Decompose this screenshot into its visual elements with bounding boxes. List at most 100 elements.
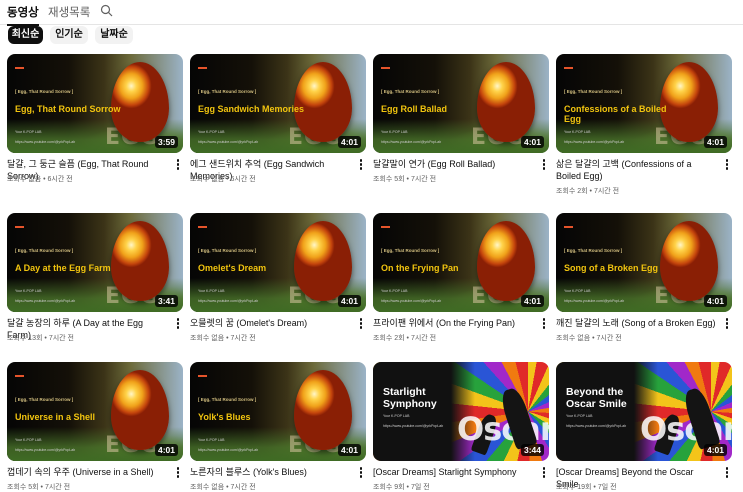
video-title[interactable]: 노른자의 블루스 (Yolk's Blues) bbox=[190, 466, 350, 478]
more-options-icon[interactable] bbox=[540, 317, 548, 331]
accent-bar bbox=[15, 67, 24, 69]
accent-bar bbox=[198, 375, 207, 377]
video-meta: 조회수 2회 • 7시간 전 bbox=[556, 188, 620, 195]
channel-tabs: 동영상 재생목록 bbox=[0, 0, 743, 26]
accent-bar bbox=[564, 67, 573, 69]
more-options-icon[interactable] bbox=[540, 158, 548, 172]
more-options-icon[interactable] bbox=[357, 317, 365, 331]
egg-image bbox=[477, 62, 535, 142]
chip-popular[interactable]: 인기순 bbox=[50, 26, 88, 44]
video-thumbnail[interactable]: Oscar Starlight Symphony Your K-POP LAB … bbox=[373, 362, 549, 461]
thumbnail-series-label: [ Egg, That Round Sorrow ] bbox=[381, 89, 440, 94]
video-thumbnail[interactable]: EGG [ Egg, That Round Sorrow ] Egg Roll … bbox=[373, 54, 549, 153]
thumbnail-series-label: [ Egg, That Round Sorrow ] bbox=[381, 248, 440, 253]
duration-badge: 3:41 bbox=[154, 295, 178, 307]
video-title[interactable]: 프라이팬 위에서 (On the Frying Pan) bbox=[373, 317, 533, 329]
egg-image bbox=[294, 221, 352, 301]
accent-bar bbox=[15, 226, 24, 228]
thumbnail-url: https://www.youtube.com/@yrkPopLab bbox=[564, 299, 625, 303]
egg-image bbox=[111, 221, 169, 301]
video-card[interactable]: EGG [ Egg, That Round Sorrow ] Confessio… bbox=[556, 54, 732, 195]
video-title[interactable]: 달걀말이 연가 (Egg Roll Ballad) bbox=[373, 158, 533, 170]
thumbnail-url: https://www.youtube.com/@yrkPopLab bbox=[15, 448, 76, 452]
dark-panel bbox=[373, 362, 451, 461]
video-thumbnail[interactable]: EGG [ Egg, That Round Sorrow ] Confessio… bbox=[556, 54, 732, 153]
duration-badge: 4:01 bbox=[703, 136, 727, 148]
egg-image bbox=[294, 62, 352, 142]
video-thumbnail[interactable]: Oscar Beyond the Oscar Smile Your K-POP … bbox=[556, 362, 732, 461]
thumbnail-artist: Your K-POP LAB bbox=[15, 438, 42, 442]
video-thumbnail[interactable]: EGG [ Egg, That Round Sorrow ] On the Fr… bbox=[373, 213, 549, 312]
thumbnail-title: Egg, That Round Sorrow bbox=[15, 104, 121, 114]
accent-bar bbox=[198, 226, 207, 228]
video-title[interactable]: 오믈렛의 꿈 (Omelet's Dream) bbox=[190, 317, 350, 329]
video-card[interactable]: Oscar Starlight Symphony Your K-POP LAB … bbox=[373, 362, 549, 491]
video-card[interactable]: EGG [ Egg, That Round Sorrow ] Egg Roll … bbox=[373, 54, 549, 183]
thumbnail-url: https://www.youtube.com/@yrkPopLab bbox=[198, 299, 259, 303]
video-meta: 조회수 없음 • 7시간 전 bbox=[556, 335, 622, 342]
video-meta: 조회수 없음 • 7시간 전 bbox=[190, 335, 256, 342]
chip-latest[interactable]: 최신순 bbox=[8, 26, 43, 44]
thumbnail-url: https://www.youtube.com/@yrkPopLab bbox=[198, 448, 259, 452]
duration-badge: 4:01 bbox=[337, 136, 361, 148]
thumbnail-artist: Your K-POP LAB bbox=[15, 289, 42, 293]
duration-badge: 4:01 bbox=[703, 444, 727, 456]
thumbnail-artist: Your K-POP LAB bbox=[15, 130, 42, 134]
more-options-icon[interactable] bbox=[723, 317, 731, 331]
video-card[interactable]: EGG [ Egg, That Round Sorrow ] Universe … bbox=[7, 362, 183, 491]
more-options-icon[interactable] bbox=[357, 466, 365, 480]
thumbnail-url: https://www.youtube.com/@yrkPopLab bbox=[566, 424, 627, 428]
chip-oldest[interactable]: 날짜순 bbox=[95, 26, 133, 44]
accent-bar bbox=[381, 226, 390, 228]
thumbnail-title: Beyond the Oscar Smile bbox=[566, 386, 627, 410]
video-title[interactable]: 껍데기 속의 우주 (Universe in a Shell) bbox=[7, 466, 167, 478]
video-thumbnail[interactable]: EGG [ Egg, That Round Sorrow ] Universe … bbox=[7, 362, 183, 461]
search-icon[interactable] bbox=[100, 4, 113, 17]
thumbnail-url: https://www.youtube.com/@yrkPopLab bbox=[381, 140, 442, 144]
thumbnail-series-label: [ Egg, That Round Sorrow ] bbox=[198, 397, 257, 402]
video-meta: 조회수 13회 • 7시간 전 bbox=[7, 335, 74, 342]
tab-videos[interactable]: 동영상 bbox=[7, 4, 39, 26]
video-thumbnail[interactable]: EGG [ Egg, That Round Sorrow ] A Day at … bbox=[7, 213, 183, 312]
egg-image bbox=[111, 370, 169, 450]
more-options-icon[interactable] bbox=[174, 466, 182, 480]
more-options-icon[interactable] bbox=[723, 466, 731, 480]
duration-badge: 3:44 bbox=[520, 444, 544, 456]
video-thumbnail[interactable]: EGG [ Egg, That Round Sorrow ] Omelet's … bbox=[190, 213, 366, 312]
video-card[interactable]: EGG [ Egg, That Round Sorrow ] On the Fr… bbox=[373, 213, 549, 342]
more-options-icon[interactable] bbox=[723, 158, 731, 172]
video-thumbnail[interactable]: EGG [ Egg, That Round Sorrow ] Egg, That… bbox=[7, 54, 183, 153]
video-card[interactable]: EGG [ Egg, That Round Sorrow ] Egg, That… bbox=[7, 54, 183, 183]
thumbnail-title: Confessions of a Boiled Egg bbox=[564, 104, 667, 124]
video-meta: 조회수 5회 • 7시간 전 bbox=[373, 176, 437, 183]
video-card[interactable]: EGG [ Egg, That Round Sorrow ] Yolk's Bl… bbox=[190, 362, 366, 491]
video-card[interactable]: EGG [ Egg, That Round Sorrow ] A Day at … bbox=[7, 213, 183, 342]
duration-badge: 3:59 bbox=[154, 136, 178, 148]
dark-panel bbox=[556, 362, 634, 461]
video-title[interactable]: [Oscar Dreams] Starlight Symphony bbox=[373, 466, 533, 478]
thumbnail-title: Yolk's Blues bbox=[198, 412, 251, 422]
video-thumbnail[interactable]: EGG [ Egg, That Round Sorrow ] Yolk's Bl… bbox=[190, 362, 366, 461]
thumbnail-artist: Your K-POP LAB bbox=[383, 414, 410, 418]
thumbnail-series-label: [ Egg, That Round Sorrow ] bbox=[198, 89, 257, 94]
video-meta: 조회수 9회 • 7일 전 bbox=[373, 484, 430, 491]
more-options-icon[interactable] bbox=[174, 317, 182, 331]
egg-image bbox=[294, 370, 352, 450]
duration-badge: 4:01 bbox=[520, 295, 544, 307]
video-thumbnail[interactable]: EGG [ Egg, That Round Sorrow ] Song of a… bbox=[556, 213, 732, 312]
duration-badge: 4:01 bbox=[520, 136, 544, 148]
video-card[interactable]: EGG [ Egg, That Round Sorrow ] Omelet's … bbox=[190, 213, 366, 342]
video-title[interactable]: 삶은 달걀의 고백 (Confessions of a Boiled Egg) bbox=[556, 158, 716, 182]
more-options-icon[interactable] bbox=[540, 466, 548, 480]
video-card[interactable]: EGG [ Egg, That Round Sorrow ] Egg Sandw… bbox=[190, 54, 366, 183]
thumbnail-title: Universe in a Shell bbox=[15, 412, 96, 422]
video-card[interactable]: EGG [ Egg, That Round Sorrow ] Song of a… bbox=[556, 213, 732, 342]
egg-image bbox=[660, 221, 718, 301]
video-title[interactable]: 깨진 달걀의 노래 (Song of a Broken Egg) bbox=[556, 317, 716, 329]
video-card[interactable]: Oscar Beyond the Oscar Smile Your K-POP … bbox=[556, 362, 732, 491]
video-thumbnail[interactable]: EGG [ Egg, That Round Sorrow ] Egg Sandw… bbox=[190, 54, 366, 153]
tab-playlists[interactable]: 재생목록 bbox=[48, 4, 90, 25]
thumbnail-url: https://www.youtube.com/@yrkPopLab bbox=[383, 424, 444, 428]
more-options-icon[interactable] bbox=[174, 158, 182, 172]
more-options-icon[interactable] bbox=[357, 158, 365, 172]
